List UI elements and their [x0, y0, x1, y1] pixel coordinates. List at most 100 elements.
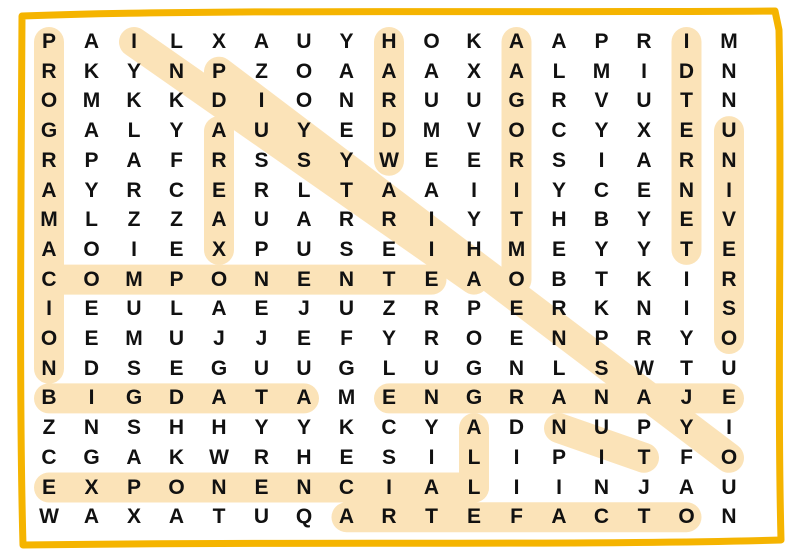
letter-cell[interactable]: Y: [542, 176, 576, 206]
letter-cell[interactable]: I: [712, 413, 746, 443]
letter-cell[interactable]: Y: [457, 205, 491, 235]
letter-cell[interactable]: D: [160, 383, 194, 413]
letter-cell[interactable]: D: [670, 57, 704, 87]
letter-cell[interactable]: M: [415, 116, 449, 146]
letter-cell[interactable]: F: [670, 443, 704, 473]
letter-cell[interactable]: P: [542, 443, 576, 473]
letter-cell[interactable]: E: [372, 383, 406, 413]
letter-cell[interactable]: P: [585, 324, 619, 354]
letter-cell[interactable]: I: [75, 383, 109, 413]
letter-cell[interactable]: S: [117, 413, 151, 443]
letter-cell[interactable]: N: [160, 57, 194, 87]
letter-cell[interactable]: J: [287, 294, 321, 324]
letter-cell[interactable]: A: [75, 502, 109, 532]
letter-cell[interactable]: T: [500, 205, 534, 235]
letter-cell[interactable]: Z: [245, 57, 279, 87]
letter-cell[interactable]: L: [457, 443, 491, 473]
letter-cell[interactable]: S: [712, 294, 746, 324]
letter-cell[interactable]: A: [117, 443, 151, 473]
letter-cell[interactable]: I: [500, 443, 534, 473]
letter-cell[interactable]: Y: [670, 324, 704, 354]
letter-cell[interactable]: O: [712, 443, 746, 473]
letter-cell[interactable]: O: [75, 235, 109, 265]
letter-cell[interactable]: A: [457, 265, 491, 295]
letter-cell[interactable]: A: [372, 57, 406, 87]
letter-cell[interactable]: N: [712, 57, 746, 87]
letter-cell[interactable]: I: [500, 473, 534, 503]
letter-cell[interactable]: R: [415, 294, 449, 324]
letter-cell[interactable]: U: [712, 473, 746, 503]
letter-cell[interactable]: L: [117, 116, 151, 146]
letter-cell[interactable]: A: [627, 383, 661, 413]
letter-cell[interactable]: R: [32, 146, 66, 176]
letter-cell[interactable]: A: [202, 205, 236, 235]
letter-cell[interactable]: N: [585, 473, 619, 503]
letter-cell[interactable]: L: [542, 57, 576, 87]
letter-cell[interactable]: I: [415, 443, 449, 473]
letter-cell[interactable]: I: [712, 176, 746, 206]
letter-cell[interactable]: R: [542, 86, 576, 116]
letter-cell[interactable]: A: [75, 116, 109, 146]
letter-cell[interactable]: Y: [330, 27, 364, 57]
letter-cell[interactable]: A: [542, 27, 576, 57]
letter-cell[interactable]: S: [245, 146, 279, 176]
letter-cell[interactable]: O: [670, 502, 704, 532]
letter-cell[interactable]: C: [585, 176, 619, 206]
letter-cell[interactable]: U: [415, 354, 449, 384]
letter-cell[interactable]: O: [712, 324, 746, 354]
letter-cell[interactable]: V: [712, 205, 746, 235]
letter-cell[interactable]: Y: [585, 116, 619, 146]
letter-cell[interactable]: I: [415, 205, 449, 235]
letter-cell[interactable]: I: [117, 27, 151, 57]
letter-cell[interactable]: E: [287, 324, 321, 354]
letter-cell[interactable]: Y: [670, 413, 704, 443]
letter-cell[interactable]: M: [585, 57, 619, 87]
letter-cell[interactable]: X: [202, 27, 236, 57]
letter-cell[interactable]: I: [245, 86, 279, 116]
letter-cell[interactable]: O: [500, 116, 534, 146]
letter-cell[interactable]: R: [415, 324, 449, 354]
letter-cell[interactable]: N: [712, 146, 746, 176]
letter-cell[interactable]: E: [245, 294, 279, 324]
letter-cell[interactable]: A: [32, 235, 66, 265]
letter-cell[interactable]: U: [330, 294, 364, 324]
letter-cell[interactable]: A: [670, 473, 704, 503]
letter-cell[interactable]: J: [670, 383, 704, 413]
letter-cell[interactable]: A: [500, 57, 534, 87]
letter-cell[interactable]: M: [330, 383, 364, 413]
letter-cell[interactable]: F: [330, 324, 364, 354]
letter-cell[interactable]: U: [117, 294, 151, 324]
letter-cell[interactable]: T: [585, 265, 619, 295]
letter-cell[interactable]: R: [117, 176, 151, 206]
letter-cell[interactable]: S: [542, 146, 576, 176]
letter-cell[interactable]: C: [542, 116, 576, 146]
letter-cell[interactable]: A: [415, 176, 449, 206]
letter-cell[interactable]: R: [330, 205, 364, 235]
letter-cell[interactable]: E: [670, 116, 704, 146]
letter-cell[interactable]: E: [457, 502, 491, 532]
letter-cell[interactable]: E: [32, 473, 66, 503]
letter-cell[interactable]: Y: [117, 57, 151, 87]
letter-cell[interactable]: E: [500, 294, 534, 324]
letter-cell[interactable]: B: [542, 265, 576, 295]
letter-cell[interactable]: Y: [627, 205, 661, 235]
letter-cell[interactable]: A: [202, 116, 236, 146]
letter-cell[interactable]: U: [627, 86, 661, 116]
letter-cell[interactable]: P: [75, 146, 109, 176]
letter-cell[interactable]: U: [415, 86, 449, 116]
letter-cell[interactable]: N: [542, 324, 576, 354]
letter-cell[interactable]: I: [670, 265, 704, 295]
letter-cell[interactable]: C: [585, 502, 619, 532]
letter-cell[interactable]: B: [32, 383, 66, 413]
letter-cell[interactable]: M: [500, 235, 534, 265]
letter-cell[interactable]: X: [75, 473, 109, 503]
letter-cell[interactable]: M: [75, 86, 109, 116]
letter-cell[interactable]: E: [712, 383, 746, 413]
letter-cell[interactable]: A: [415, 57, 449, 87]
letter-cell[interactable]: Y: [245, 413, 279, 443]
letter-cell[interactable]: N: [712, 502, 746, 532]
letter-cell[interactable]: R: [670, 146, 704, 176]
letter-cell[interactable]: M: [32, 205, 66, 235]
letter-cell[interactable]: Z: [160, 205, 194, 235]
letter-cell[interactable]: T: [670, 354, 704, 384]
